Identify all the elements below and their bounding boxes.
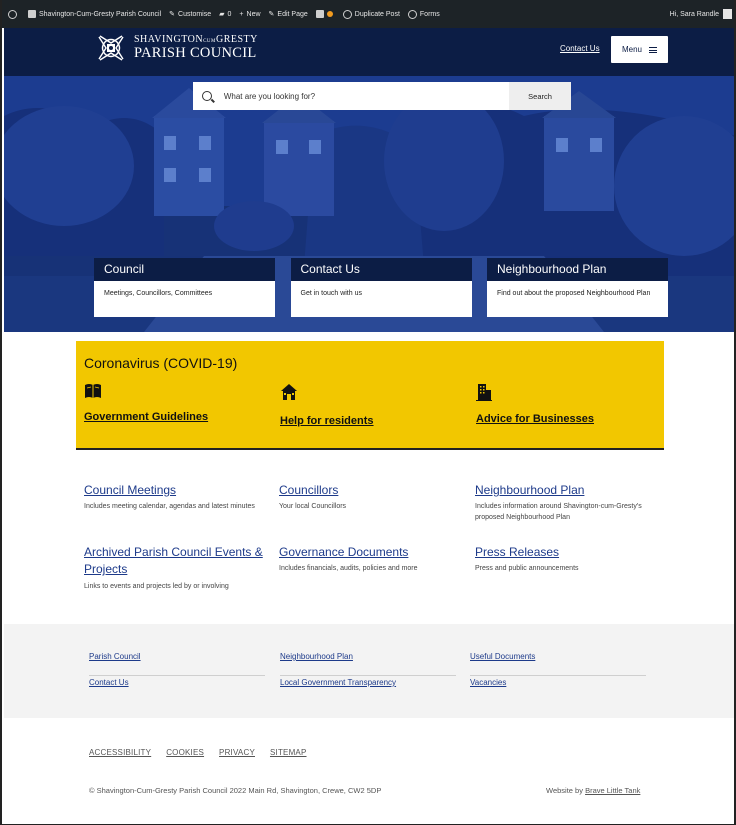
site-header: SHAVINGTONCUMGRESTY PARISH COUNCIL Conta… — [4, 28, 734, 76]
home-icon — [28, 10, 36, 18]
covid-item-businesses[interactable]: Advice for Businesses — [476, 383, 594, 425]
admin-comments[interactable]: ▰ 0 — [219, 10, 231, 19]
quick-link-description: Includes information around Shavington-c… — [475, 503, 642, 521]
covid-link-label: Government Guidelines — [84, 411, 209, 423]
footer-link[interactable]: Vacancies — [470, 676, 646, 702]
card-description: Find out about the proposed Neighbourhoo… — [497, 290, 651, 297]
quick-link-title[interactable]: Press Releases — [475, 544, 655, 561]
wordpress-logo-icon[interactable] — [8, 9, 20, 19]
seo-icon — [315, 10, 324, 18]
menu-button[interactable]: Menu — [611, 36, 668, 63]
privacy-link[interactable]: PRIVACY — [219, 748, 255, 757]
quick-link-title[interactable]: Archived Parish Council Events & Project… — [84, 544, 264, 579]
link-card: Neighbourhood Plan Includes information … — [475, 482, 655, 523]
admin-account[interactable]: Hi, Sara Randle — [670, 9, 732, 19]
status-dot-icon — [326, 11, 333, 17]
admin-site-name[interactable]: Shavington-Cum-Gresty Parish Council — [28, 10, 161, 18]
browser-frame: Shavington-Cum-Gresty Parish Council ✎ Cu… — [0, 0, 736, 825]
logo-text-gresty: GRESTY — [216, 34, 258, 46]
card-title: Council — [94, 258, 275, 281]
avatar — [723, 9, 732, 19]
quick-link-title[interactable]: Governance Documents — [279, 544, 459, 561]
search-bar: Search — [193, 82, 571, 110]
copyright-text: © Shavington-Cum-Gresty Parish Council 2… — [89, 786, 382, 795]
hero-banner: Search Council Meetings, Councillors, Co… — [4, 76, 734, 332]
quick-link-description: Links to events and projects led by or i… — [84, 582, 229, 590]
search-input[interactable] — [223, 91, 510, 101]
covid-panel: Coronavirus (COVID-19) Government Guidel… — [76, 341, 664, 450]
logo-text-parish-council: PARISH COUNCIL — [134, 45, 257, 62]
admin-seo[interactable] — [315, 10, 335, 18]
logo-text-shavington: SHAVINGTON — [134, 34, 204, 46]
hero-cards: Council Meetings, Councillors, Committee… — [94, 258, 668, 317]
covid-link-label: Help for residents — [280, 415, 374, 427]
duplicate-icon — [342, 9, 352, 19]
menu-label: Menu — [621, 45, 642, 54]
admin-new[interactable]: + New — [239, 11, 260, 18]
agency-link[interactable]: Brave Little Tank — [585, 786, 640, 795]
forms-icon — [407, 9, 417, 19]
card-title: Neighbourhood Plan — [487, 258, 668, 281]
card-description: Get in touch with us — [300, 290, 362, 297]
footer-link[interactable]: Useful Documents — [470, 650, 646, 676]
footer-links: Parish Council Contact Us Neighbourhood … — [4, 624, 734, 718]
link-card: Archived Parish Council Events & Project… — [84, 544, 264, 592]
hamburger-icon — [649, 46, 657, 53]
covid-item-residents[interactable]: Help for residents — [280, 383, 374, 427]
link-card: Councillors Your local Councillors — [279, 482, 459, 513]
covid-title: Coronavirus (COVID-19) — [84, 355, 238, 371]
footer-column: Neighbourhood Plan Local Government Tran… — [280, 650, 456, 702]
building-icon — [476, 384, 492, 401]
crest-icon — [98, 35, 124, 61]
plus-icon: + — [239, 10, 244, 18]
quick-link-description: Includes meeting calendar, agendas and l… — [84, 503, 255, 511]
admin-duplicate-post[interactable]: Duplicate Post — [342, 9, 400, 19]
footer-link[interactable]: Contact Us — [89, 676, 265, 702]
search-icon — [202, 91, 212, 101]
link-card: Governance Documents Includes financials… — [279, 544, 459, 575]
footer-link[interactable]: Neighbourhood Plan — [280, 650, 456, 676]
legal-links: ACCESSIBILITY COOKIES PRIVACY SITEMAP — [89, 748, 322, 757]
cookies-link[interactable]: COOKIES — [166, 748, 204, 757]
footer-column: Parish Council Contact Us — [89, 650, 265, 702]
admin-forms[interactable]: Forms — [407, 9, 440, 19]
search-button[interactable]: Search — [509, 82, 571, 110]
comment-icon: ▰ — [219, 11, 225, 18]
covid-link-label: Advice for Businesses — [476, 413, 594, 425]
card-neighbourhood-plan[interactable]: Neighbourhood Plan Find out about the pr… — [487, 258, 668, 317]
link-card: Press Releases Press and public announce… — [475, 544, 655, 575]
brush-icon: ✎ — [169, 11, 176, 18]
header-contact-link[interactable]: Contact Us — [560, 44, 600, 53]
admin-edit-page[interactable]: ✎ Edit Page — [268, 10, 308, 19]
quick-link-description: Press and public announcements — [475, 565, 579, 573]
admin-bar: Shavington-Cum-Gresty Parish Council ✎ Cu… — [2, 0, 734, 28]
card-title: Contact Us — [290, 258, 472, 281]
footer-link[interactable]: Local Government Transparency — [280, 676, 456, 702]
link-card: Council Meetings Includes meeting calend… — [84, 482, 264, 513]
house-icon — [281, 384, 297, 400]
quick-link-description: Your local Councillors — [279, 503, 347, 511]
site-credit: Website by Brave Little Tank — [546, 786, 641, 795]
quick-link-description: Includes financials, audits, policies an… — [279, 565, 418, 573]
pencil-icon: ✎ — [268, 11, 275, 18]
covid-item-guidelines[interactable]: Government Guidelines — [84, 383, 208, 423]
card-contact-us[interactable]: Contact Us Get in touch with us — [290, 258, 472, 317]
book-icon — [85, 384, 101, 398]
card-council[interactable]: Council Meetings, Councillors, Committee… — [94, 258, 275, 317]
sitemap-link[interactable]: SITEMAP — [270, 748, 307, 757]
logo-text-cum: CUM — [203, 39, 216, 45]
quick-link-title[interactable]: Council Meetings — [84, 482, 264, 499]
quick-link-title[interactable]: Councillors — [279, 482, 459, 499]
footer-link[interactable]: Parish Council — [89, 650, 265, 676]
accessibility-link[interactable]: ACCESSIBILITY — [89, 748, 151, 757]
quick-link-title[interactable]: Neighbourhood Plan — [475, 482, 655, 499]
card-description: Meetings, Councillors, Committees — [104, 290, 213, 297]
footer-column: Useful Documents Vacancies — [470, 650, 646, 702]
site-logo[interactable]: SHAVINGTONCUMGRESTY PARISH COUNCIL — [94, 31, 258, 65]
admin-customise[interactable]: ✎ Customise — [169, 10, 211, 19]
